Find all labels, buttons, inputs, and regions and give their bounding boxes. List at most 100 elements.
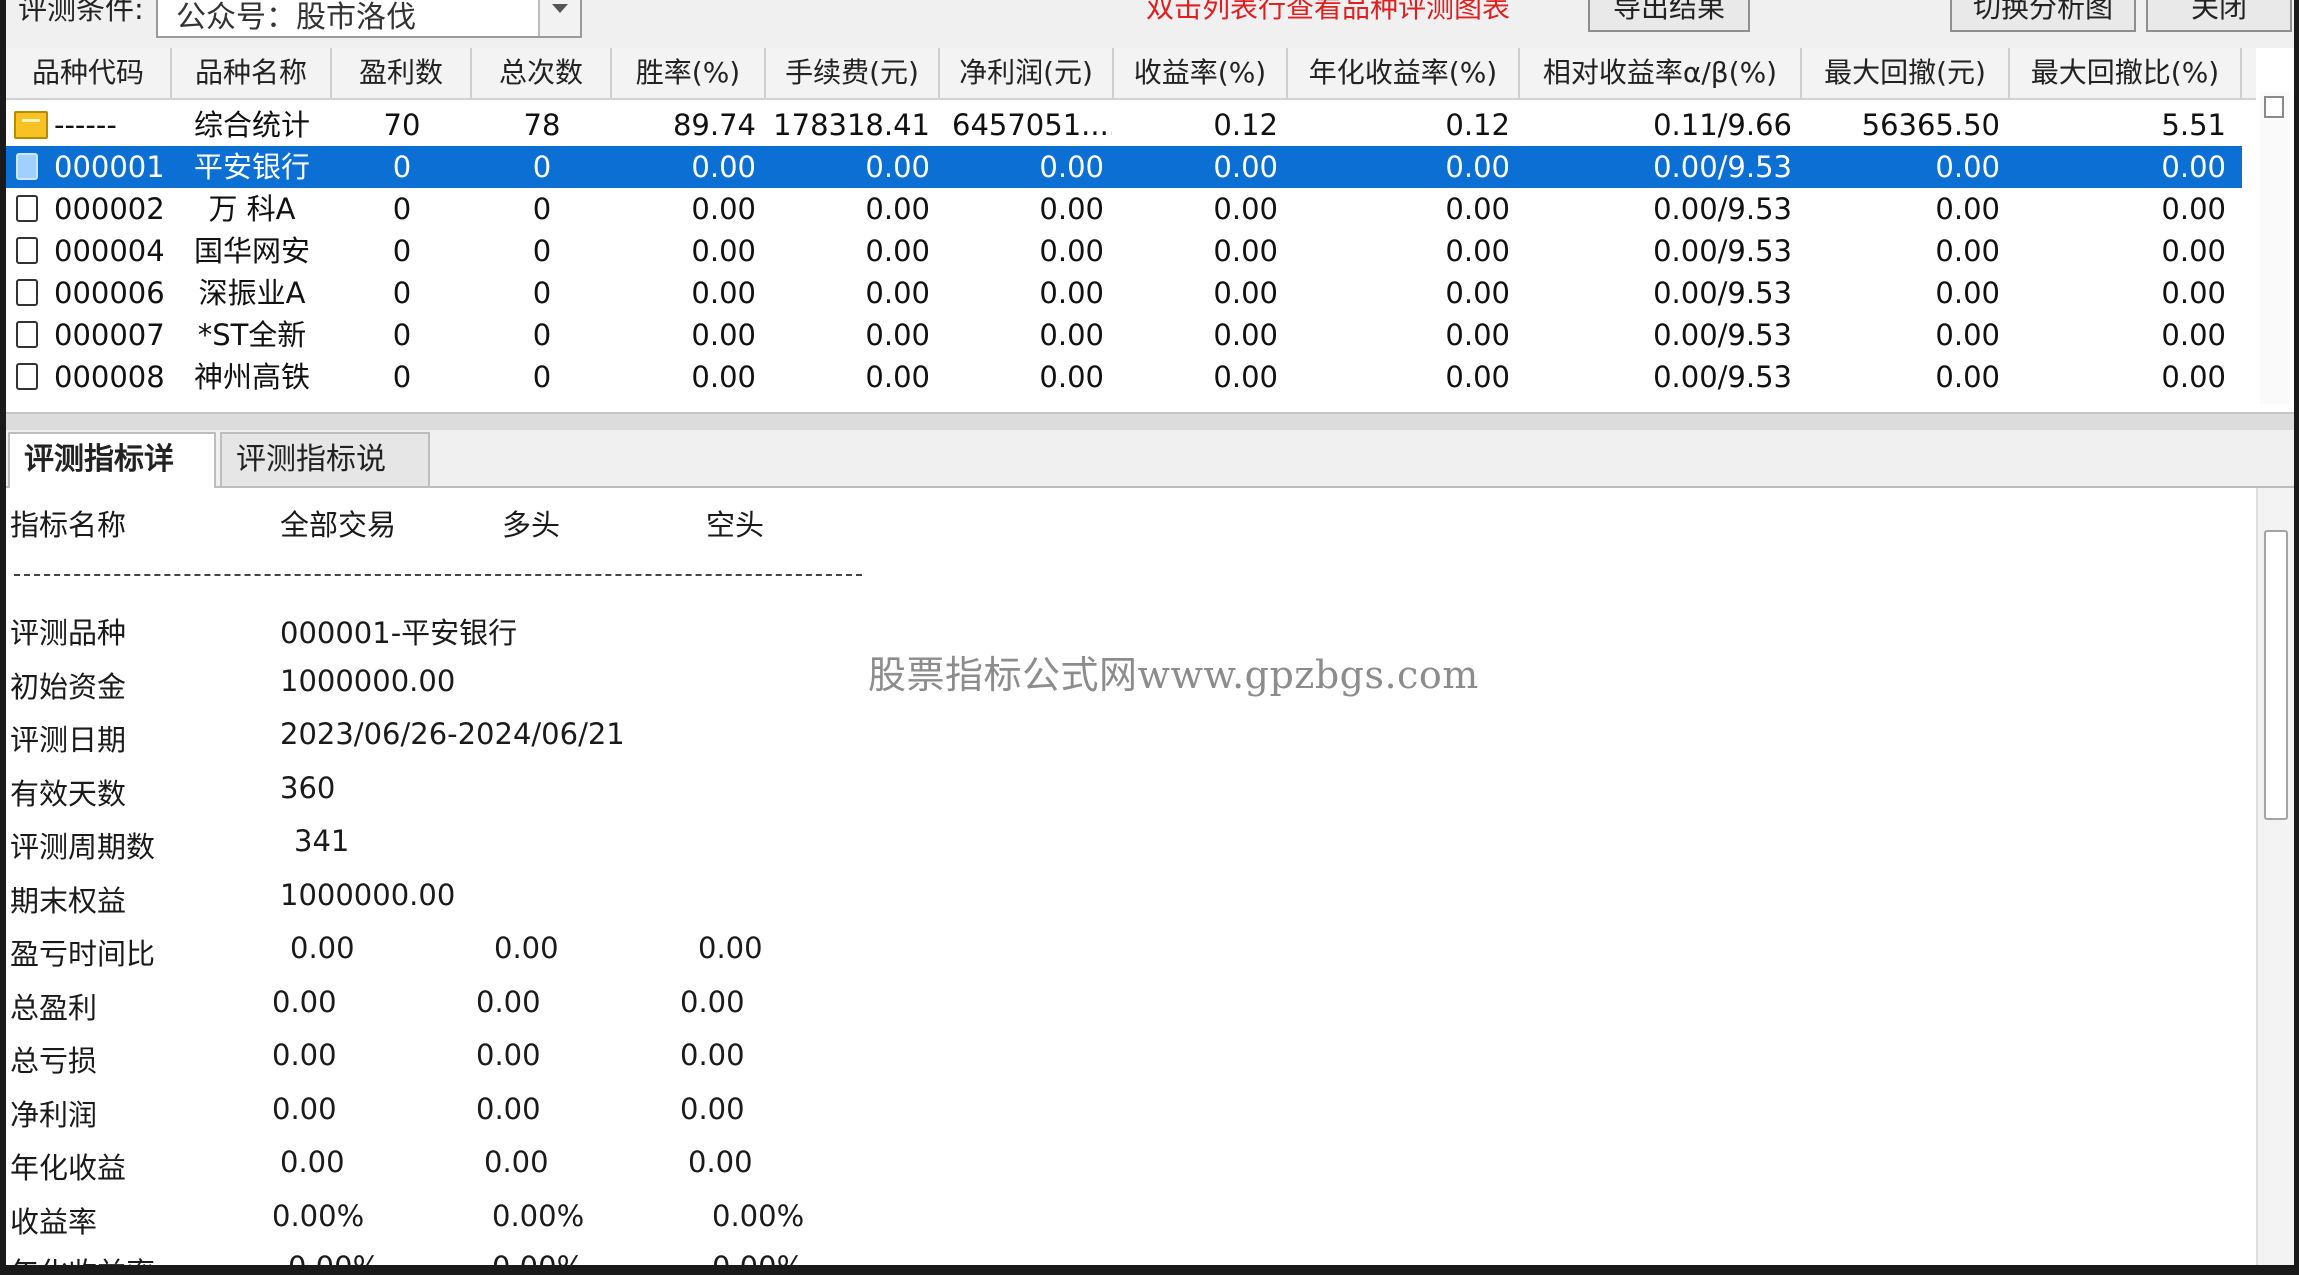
cell-alpha-beta: 0.00/9.53: [1653, 360, 1792, 394]
cell-max-drawdown: 0.00: [1935, 276, 2000, 310]
metric-label: 总亏损: [10, 1044, 98, 1078]
col-header-winrate[interactable]: 胜率(%): [612, 48, 766, 98]
info-value: 360: [280, 771, 336, 805]
cell-wins: 0: [392, 318, 412, 352]
table-row-summary[interactable]: ------ 综合统计 70 78 89.74 178318.41 645705…: [6, 104, 2242, 146]
condition-combobox[interactable]: 公众号：股市洛伐: [156, 0, 582, 38]
metric-label: 总盈利: [10, 991, 98, 1025]
cell-annual-return: 0.00: [1445, 360, 1510, 394]
cell-total: 0: [532, 150, 552, 184]
info-label: 期末权益: [10, 884, 127, 918]
screenshot-frame: 评测条件: 公众号：股市洛伐 双击列表行查看品种评测图表 导出结果 切换分析图 …: [0, 0, 2299, 1275]
folder-icon: [14, 111, 48, 139]
chevron-down-icon[interactable]: [538, 0, 580, 36]
cell-name: 神州高铁: [193, 360, 310, 394]
header-long: 多头: [502, 508, 561, 542]
info-label: 初始资金: [10, 670, 127, 704]
cell-name: 平安银行: [193, 150, 310, 184]
metric-label: 盈亏时间比: [10, 937, 156, 971]
pane-splitter[interactable]: [6, 412, 2294, 432]
col-header-max-drawdown-pct[interactable]: 最大回撤比(%): [2010, 48, 2242, 98]
cell-total: 0: [532, 276, 552, 310]
cell-wins: 0: [392, 360, 412, 394]
scroll-box-icon[interactable]: [2264, 96, 2284, 118]
metric-long: 0.00: [476, 1092, 541, 1126]
col-header-total[interactable]: 总次数: [472, 48, 612, 98]
tab-indicator-explain[interactable]: 评测指标说明: [220, 432, 430, 529]
cell-name: 国华网安: [193, 234, 310, 268]
document-icon: [16, 237, 38, 264]
col-header-max-drawdown[interactable]: 最大回撤(元): [1802, 48, 2010, 98]
metric-short: 0.00: [680, 1038, 745, 1072]
col-header-return[interactable]: 收益率(%): [1114, 48, 1288, 98]
cell-return: 0.00: [1213, 276, 1278, 310]
info-label: 评测品种: [10, 616, 127, 650]
col-header-annual-return[interactable]: 年化收益率(%): [1288, 48, 1520, 98]
cell-wins: 70: [383, 108, 421, 142]
col-header-alpha-beta[interactable]: 相对收益率α/β(%): [1520, 48, 1802, 98]
table-scrollbar[interactable]: [2260, 92, 2290, 404]
document-icon: [16, 195, 38, 222]
close-button[interactable]: 关闭: [2146, 0, 2292, 32]
export-button[interactable]: 导出结果: [1588, 0, 1750, 32]
table-row[interactable]: 000004 国华网安 0 0 0.00 0.00 0.00 0.00 0.00…: [6, 230, 2242, 272]
detail-tabs: 评测指标详情 评测指标说明: [6, 430, 2294, 529]
condition-combo-value: 公众号：股市洛伐: [176, 0, 416, 35]
watermark: 股票指标公式网www.gpzbgs.com: [868, 653, 1479, 697]
cell-code: 000002: [54, 192, 165, 226]
cell-winrate: 0.00: [691, 318, 756, 352]
scrollbar-thumb[interactable]: [2264, 530, 2288, 820]
cell-wins: 0: [392, 276, 412, 310]
header-all-trades: 全部交易: [280, 508, 397, 542]
cell-profit: 6457051....: [952, 108, 1112, 142]
results-table: 品种代码 品种名称 盈利数 总次数 胜率(%) 手续费(元) 净利润(元) 收益…: [6, 48, 2294, 412]
cell-name: 万 科A: [208, 192, 296, 226]
cell-max-drawdown-pct: 0.00: [2161, 192, 2226, 226]
cell-fee: 0.00: [865, 360, 930, 394]
cell-max-drawdown: 0.00: [1935, 360, 2000, 394]
cell-total: 0: [532, 318, 552, 352]
cell-winrate: 0.00: [691, 192, 756, 226]
tab-indicator-details[interactable]: 评测指标详情: [8, 432, 216, 529]
metric-label: 收益率: [10, 1205, 98, 1239]
table-row[interactable]: 000006 深振业A 0 0 0.00 0.00 0.00 0.00 0.00…: [6, 272, 2242, 314]
info-label: 评测日期: [10, 723, 127, 757]
col-header-code[interactable]: 品种代码: [6, 48, 172, 98]
cell-fee: 0.00: [865, 276, 930, 310]
cell-profit: 0.00: [1039, 276, 1104, 310]
cell-profit: 0.00: [1039, 192, 1104, 226]
col-header-wins[interactable]: 盈利数: [332, 48, 472, 98]
cell-alpha-beta: 0.00/9.53: [1653, 276, 1792, 310]
cell-max-drawdown-pct: 0.00: [2161, 360, 2226, 394]
cell-fee: 0.00: [865, 234, 930, 268]
metric-short: 0.00: [688, 1145, 753, 1179]
cell-fee: 0.00: [865, 192, 930, 226]
col-header-name[interactable]: 品种名称: [172, 48, 332, 98]
cell-alpha-beta: 0.00/9.53: [1653, 234, 1792, 268]
table-row[interactable]: 000007 *ST全新 0 0 0.00 0.00 0.00 0.00 0.0…: [6, 314, 2242, 356]
cell-fee: 0.00: [865, 318, 930, 352]
cell-return: 0.12: [1213, 108, 1278, 142]
cell-code: 000007: [54, 318, 165, 352]
divider: [14, 574, 862, 576]
table-row[interactable]: 000002 万 科A 0 0 0.00 0.00 0.00 0.00 0.00…: [6, 188, 2242, 230]
switch-chart-button[interactable]: 切换分析图: [1950, 0, 2136, 32]
metric-short: 0.00: [680, 985, 745, 1019]
cell-max-drawdown: 0.00: [1935, 318, 2000, 352]
table-row[interactable]: 000001 平安银行 0 0 0.00 0.00 0.00 0.00 0.00…: [6, 146, 2242, 188]
cell-wins: 0: [392, 192, 412, 226]
col-header-profit[interactable]: 净利润(元): [940, 48, 1114, 98]
cell-alpha-beta: 0.00/9.53: [1653, 318, 1792, 352]
metric-long: 0.00%: [492, 1250, 584, 1265]
cell-max-drawdown-pct: 0.00: [2161, 276, 2226, 310]
cell-max-drawdown: 0.00: [1935, 150, 2000, 184]
condition-label: 评测条件:: [18, 0, 144, 26]
info-value: 2023/06/26-2024/06/21: [280, 717, 625, 751]
cell-total: 0: [532, 360, 552, 394]
detail-scrollbar[interactable]: [2256, 488, 2294, 1265]
cell-return: 0.00: [1213, 234, 1278, 268]
col-header-fee[interactable]: 手续费(元): [766, 48, 940, 98]
info-value: 1000000.00: [280, 878, 456, 912]
cell-annual-return: 0.00: [1445, 192, 1510, 226]
table-row[interactable]: 000008 神州高铁 0 0 0.00 0.00 0.00 0.00 0.00…: [6, 356, 2242, 398]
